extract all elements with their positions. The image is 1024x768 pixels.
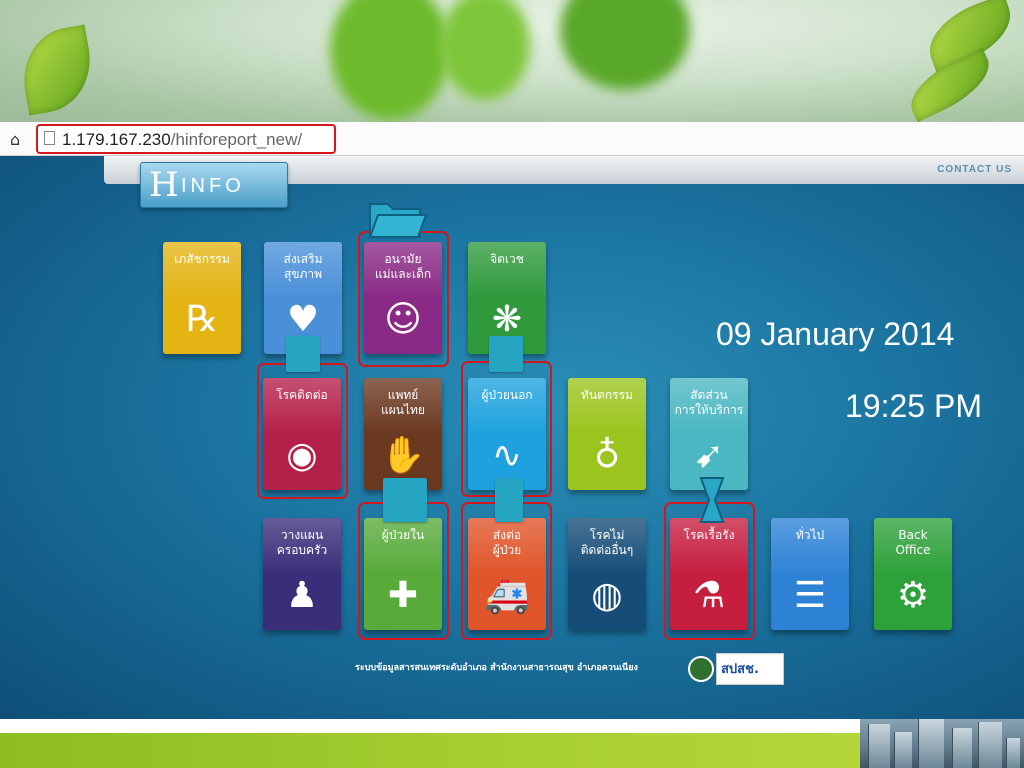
highlight-box (358, 231, 449, 367)
url-host: 1.179.167.230 (62, 130, 171, 149)
logo-letter: H (149, 165, 179, 205)
tooth-icon: ♁ (593, 435, 621, 476)
decorative-banner (0, 0, 1024, 123)
page-icon (44, 131, 55, 145)
date-display: 09 January 2014 (716, 316, 955, 352)
url-path: /hinforeport_new/ (170, 130, 303, 149)
runner-icon: ➹ (693, 435, 725, 476)
tile-non-communicable[interactable]: โรคไม่ ติดต่ออื่นๆ ◍ (568, 518, 646, 630)
contact-us-link[interactable]: CONTACT US (937, 164, 1012, 175)
tile-family-planning[interactable]: วางแผน ครอบครัว ♟ (263, 518, 341, 630)
tile-label: จิตเวช (490, 252, 524, 266)
tile-label: ทั่วไป (795, 528, 825, 542)
tile-label: เภสัชกรรม (174, 252, 230, 266)
city-skyline-icon (860, 719, 1024, 768)
hinfo-logo[interactable]: H INFO (140, 162, 288, 208)
highlight-box (461, 502, 552, 640)
gear-icon: ⚙ (896, 575, 930, 616)
tile-label: สัดส่วน การให้บริการ (674, 388, 744, 417)
highlight-box (358, 502, 449, 640)
document-marker-icon (286, 336, 320, 372)
tile-general[interactable]: ทั่วไป ☰ (771, 518, 849, 630)
url-input[interactable]: 1.179.167.230/hinforeport_new/ (62, 130, 302, 150)
main-page: CONTACT US H INFO 09 January 2014 19:25 … (0, 156, 1024, 719)
logo-text: INFO (181, 175, 245, 197)
mind-icon: ❋ (491, 299, 523, 340)
tile-service-ratio[interactable]: สัดส่วน การให้บริการ ➹ (670, 378, 748, 490)
tile-label: วางแผน ครอบครัว (276, 528, 328, 557)
blood-pressure-icon: ◍ (591, 575, 623, 616)
massage-icon: ✋ (380, 435, 426, 476)
documents-marker-icon (383, 478, 427, 522)
bottom-green-bar (0, 733, 860, 768)
tile-shine (163, 242, 241, 298)
nhso-logo: สปสช. (716, 653, 784, 685)
tile-shine (468, 242, 546, 298)
tile-label: โรคไม่ ติดต่ออื่นๆ (580, 528, 634, 557)
leaf-left-icon (15, 24, 99, 116)
tile-pharmacy[interactable]: เภสัชกรรม ℞ (163, 242, 241, 354)
highlight-box (461, 361, 552, 497)
tile-label: แพทย์ แผนไทย (381, 388, 425, 417)
heart-icon: ♥ (286, 299, 320, 340)
tile-label: Back Office (895, 528, 931, 557)
home-icon[interactable]: ⌂ (10, 130, 20, 149)
tile-thai-medicine[interactable]: แพทย์ แผนไทย ✋ (364, 378, 442, 490)
footer-text: ระบบข้อมูลสารสนเทศระดับอำเภอ สำนักงานสาธ… (355, 663, 638, 673)
ministry-seal-icon (688, 656, 714, 682)
rx-icon: ℞ (185, 299, 219, 340)
screen: ⌂ 1.179.167.230/hinforeport_new/ CONTACT… (0, 0, 1024, 768)
hourglass-icon (699, 477, 725, 523)
tile-shine (771, 518, 849, 574)
address-bar: ⌂ 1.179.167.230/hinforeport_new/ (0, 122, 1024, 156)
tile-back-office[interactable]: Back Office ⚙ (874, 518, 952, 630)
document-marker-icon (489, 336, 523, 372)
family-icon: ♟ (285, 575, 319, 616)
binder-marker-icon (495, 478, 523, 522)
tile-label: ทันตกรรม (581, 388, 633, 402)
tile-dental[interactable]: ทันตกรรม ♁ (568, 378, 646, 490)
folder-icon (368, 203, 428, 238)
highlight-box (257, 363, 348, 499)
tile-shine (568, 378, 646, 434)
nhso-logo-text: สปสช. (721, 662, 759, 677)
time-display: 19:25 PM (845, 388, 982, 424)
document-icon: ☰ (793, 575, 827, 616)
tile-label: ส่งเสริม สุขภาพ (283, 252, 323, 281)
